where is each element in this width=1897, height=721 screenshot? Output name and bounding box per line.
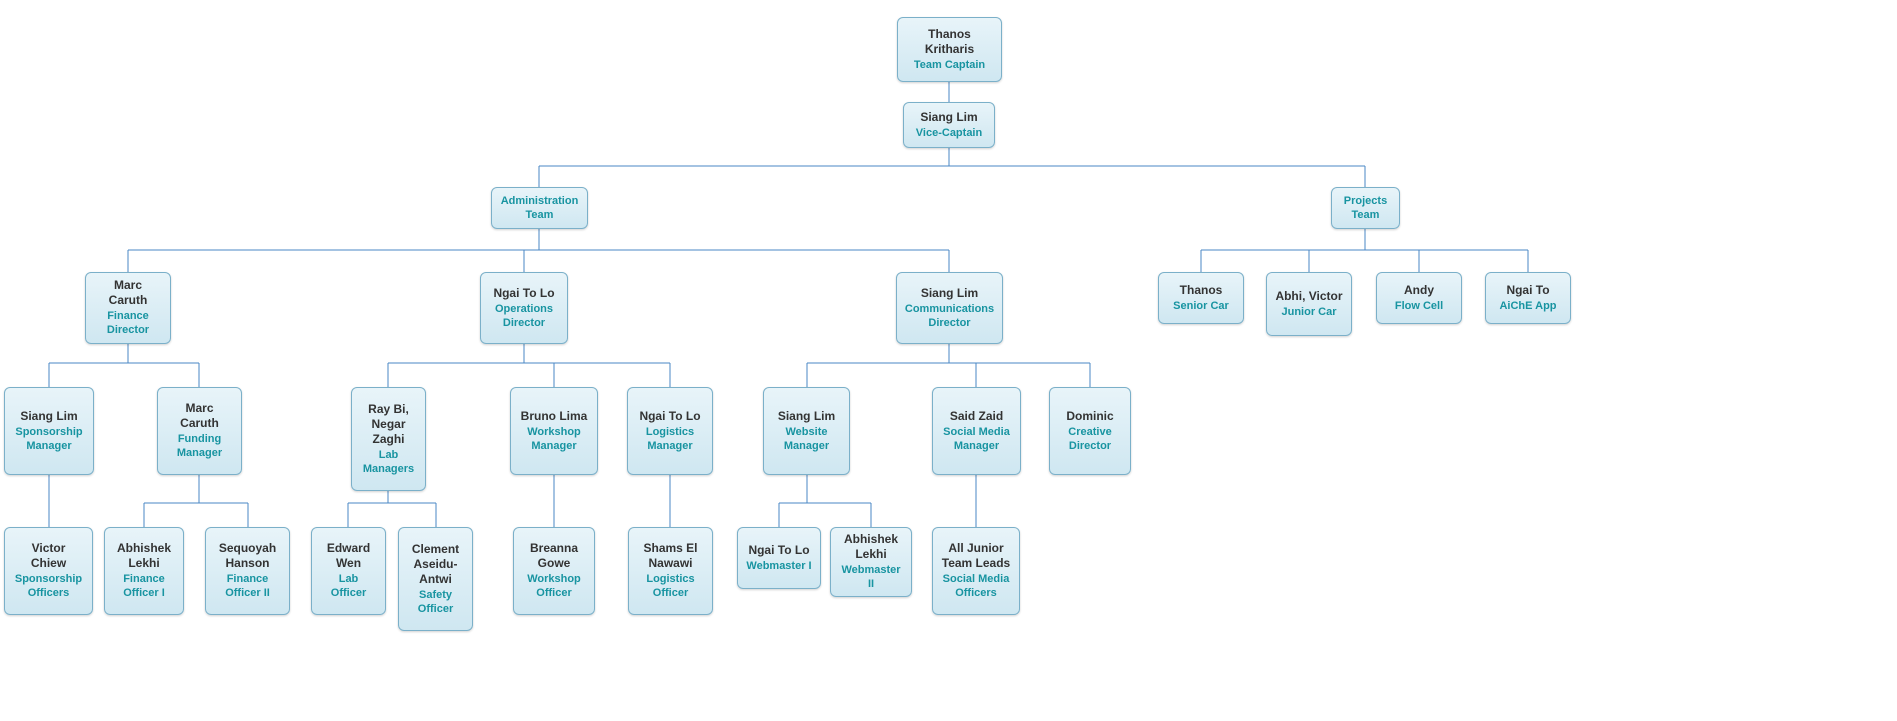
node-name: Abhi, Victor — [1275, 289, 1342, 304]
node-title: Safety Officer — [407, 589, 464, 617]
node-title: Lab Officer — [320, 573, 377, 601]
node-flow-cell[interactable]: Andy Flow Cell — [1376, 272, 1462, 324]
node-title: Webmaster II — [839, 564, 903, 592]
node-name: Bruno Lima — [521, 409, 588, 424]
node-name: Abhishek Lekhi — [113, 541, 175, 571]
node-title: Social Media Officers — [941, 573, 1011, 601]
node-name: Abhishek Lekhi — [839, 532, 903, 562]
node-title: Senior Car — [1173, 300, 1229, 314]
node-website-manager[interactable]: Siang Lim Website Manager — [763, 387, 850, 475]
node-projects-team[interactable]: Projects Team — [1331, 187, 1400, 229]
node-name: Said Zaid — [950, 409, 1003, 424]
node-name: Siang Lim — [921, 286, 978, 301]
node-workshop-officer[interactable]: Breanna Gowe Workshop Officer — [513, 527, 595, 615]
node-name: Marc Caruth — [166, 401, 233, 431]
node-title: Operations Director — [489, 303, 559, 331]
node-logistics-manager[interactable]: Ngai To Lo Logistics Manager — [627, 387, 713, 475]
node-name: Ngai To Lo — [639, 409, 700, 424]
node-sponsorship-officers[interactable]: Victor Chiew Sponsorship Officers — [4, 527, 93, 615]
node-creative-director[interactable]: Dominic Creative Director — [1049, 387, 1131, 475]
node-admin-team[interactable]: Administration Team — [491, 187, 588, 229]
node-title: Lab Managers — [360, 449, 417, 477]
node-name: Ray Bi, Negar Zaghi — [360, 402, 417, 447]
node-title: Flow Cell — [1395, 300, 1443, 314]
node-name: Thanos — [1180, 283, 1223, 298]
node-communications-director[interactable]: Siang Lim Communications Director — [896, 272, 1003, 344]
node-social-media-officers[interactable]: All Junior Team Leads Social Media Offic… — [932, 527, 1020, 615]
node-webmaster-2[interactable]: Abhishek Lekhi Webmaster II — [830, 527, 912, 597]
node-aiche-app[interactable]: Ngai To AiChE App — [1485, 272, 1571, 324]
node-title: Junior Car — [1281, 306, 1336, 320]
node-name: Edward Wen — [320, 541, 377, 571]
node-name: Victor Chiew — [13, 541, 84, 571]
node-title: Logistics Officer — [637, 573, 704, 601]
node-name: Ngai To — [1506, 283, 1549, 298]
node-webmaster-1[interactable]: Ngai To Lo Webmaster I — [737, 527, 821, 589]
node-captain[interactable]: Thanos Kritharis Team Captain — [897, 17, 1002, 82]
node-title: Administration Team — [500, 195, 579, 223]
node-title: Sponsorship Officers — [13, 573, 84, 601]
node-name: Marc Caruth — [94, 278, 162, 308]
node-title: AiChE App — [1499, 300, 1556, 314]
node-title: Finance Director — [94, 310, 162, 338]
node-name: Siang Lim — [778, 409, 835, 424]
node-lab-managers[interactable]: Ray Bi, Negar Zaghi Lab Managers — [351, 387, 426, 491]
node-finance-officer-1[interactable]: Abhishek Lekhi Finance Officer I — [104, 527, 184, 615]
node-title: Social Media Manager — [941, 426, 1012, 454]
node-finance-officer-2[interactable]: Sequoyah Hanson Finance Officer II — [205, 527, 290, 615]
node-safety-officer[interactable]: Clement Aseidu-Antwi Safety Officer — [398, 527, 473, 631]
node-name: Siang Lim — [920, 110, 977, 125]
node-name: Andy — [1404, 283, 1434, 298]
node-title: Creative Director — [1058, 426, 1122, 454]
node-lab-officer[interactable]: Edward Wen Lab Officer — [311, 527, 386, 615]
node-title: Projects Team — [1340, 195, 1391, 223]
node-junior-car[interactable]: Abhi, Victor Junior Car — [1266, 272, 1352, 336]
node-name: Dominic — [1066, 409, 1113, 424]
node-name: All Junior Team Leads — [941, 541, 1011, 571]
node-operations-director[interactable]: Ngai To Lo Operations Director — [480, 272, 568, 344]
node-name: Ngai To Lo — [748, 543, 809, 558]
node-name: Thanos Kritharis — [906, 27, 993, 57]
node-logistics-officer[interactable]: Shams El Nawawi Logistics Officer — [628, 527, 713, 615]
node-title: Finance Officer I — [113, 573, 175, 601]
node-title: Website Manager — [772, 426, 841, 454]
node-title: Logistics Manager — [636, 426, 704, 454]
node-title: Workshop Manager — [519, 426, 589, 454]
node-sponsorship-manager[interactable]: Siang Lim Sponsorship Manager — [4, 387, 94, 475]
node-title: Webmaster I — [746, 560, 811, 574]
node-senior-car[interactable]: Thanos Senior Car — [1158, 272, 1244, 324]
node-name: Sequoyah Hanson — [214, 541, 281, 571]
node-title: Communications Director — [905, 303, 994, 331]
node-title: Workshop Officer — [522, 573, 586, 601]
node-workshop-manager[interactable]: Bruno Lima Workshop Manager — [510, 387, 598, 475]
node-title: Funding Manager — [166, 433, 233, 461]
node-name: Shams El Nawawi — [637, 541, 704, 571]
node-finance-director[interactable]: Marc Caruth Finance Director — [85, 272, 171, 344]
node-name: Clement Aseidu-Antwi — [407, 542, 464, 587]
node-name: Ngai To Lo — [493, 286, 554, 301]
node-title: Finance Officer II — [214, 573, 281, 601]
node-vice[interactable]: Siang Lim Vice-Captain — [903, 102, 995, 148]
node-title: Team Captain — [914, 59, 985, 73]
node-name: Siang Lim — [20, 409, 77, 424]
node-social-media-manager[interactable]: Said Zaid Social Media Manager — [932, 387, 1021, 475]
node-title: Sponsorship Manager — [13, 426, 85, 454]
node-funding-manager[interactable]: Marc Caruth Funding Manager — [157, 387, 242, 475]
node-title: Vice-Captain — [916, 127, 982, 141]
node-name: Breanna Gowe — [522, 541, 586, 571]
